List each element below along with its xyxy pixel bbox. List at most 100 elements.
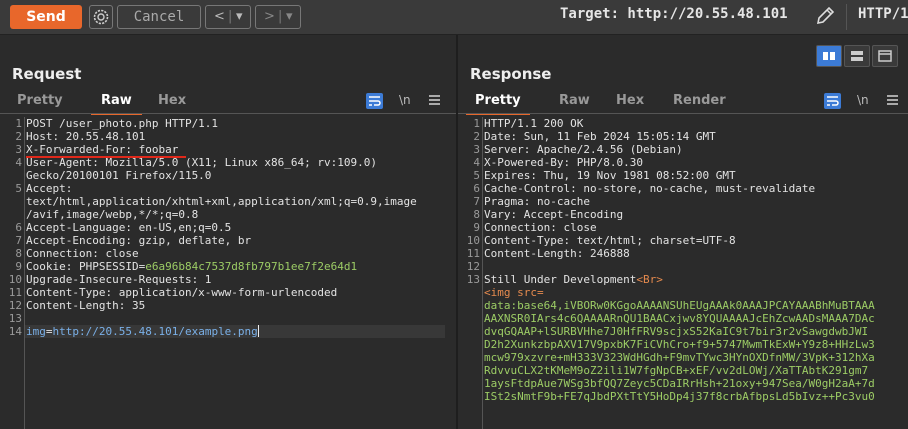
code-line: Connection: close bbox=[26, 247, 139, 260]
rows-icon bbox=[851, 51, 863, 61]
tab-raw[interactable]: Raw bbox=[91, 91, 142, 115]
cancel-button[interactable]: Cancel bbox=[117, 5, 201, 29]
param-equals: = bbox=[45, 325, 53, 338]
base64-line: 1aysFtdpAue7WSg3bfQQ7Zeyc5CDaIRrHsh+21ox… bbox=[484, 377, 875, 390]
line-number: 8 bbox=[473, 208, 480, 221]
code-line: Vary: Accept-Encoding bbox=[484, 208, 624, 221]
forward-dropdown-icon[interactable]: ▾ bbox=[286, 6, 293, 28]
tab-raw[interactable]: Raw bbox=[559, 91, 590, 113]
code-line: Upgrade-Insecure-Requests: 1 bbox=[26, 273, 212, 286]
code-line: Gecko/20100101 Firefox/115.0 bbox=[26, 169, 212, 182]
code-line: POST /user_photo.php HTTP/1.1 bbox=[26, 117, 219, 130]
code-line: Accept-Encoding: gzip, deflate, br bbox=[26, 234, 252, 247]
base64-line: D2h2XunkzbpAXV17V9pxbK7FiCVhCro+f9+5747M… bbox=[484, 338, 875, 351]
tab-pretty[interactable]: Pretty bbox=[466, 91, 530, 115]
window-icon bbox=[878, 50, 892, 62]
tab-pretty[interactable]: Pretty bbox=[17, 91, 63, 113]
code-line: Content-Type: application/x-www-form-url… bbox=[26, 286, 338, 299]
line-number: 4 bbox=[473, 156, 480, 169]
code-line: X-Powered-By: PHP/8.0.30 bbox=[484, 156, 643, 169]
line-number: 9 bbox=[15, 260, 22, 273]
code-line: X-Forwarded-For: foobar bbox=[26, 143, 179, 156]
wrap-icon[interactable] bbox=[366, 93, 383, 109]
request-pane: Request Pretty Raw Hex \n 1 POST /user_p… bbox=[0, 35, 456, 429]
newline-toggle[interactable]: \n bbox=[857, 93, 869, 107]
code-line: Content-Length: 246888 bbox=[484, 247, 630, 260]
base64-line: RdvvuCLX2tKMeM9oZ2ili1W7fgNpCB+xEF/vv2dL… bbox=[484, 364, 869, 377]
request-title: Request bbox=[12, 65, 82, 83]
layout-side-by-side-button[interactable] bbox=[816, 45, 842, 67]
tab-hex[interactable]: Hex bbox=[616, 91, 644, 113]
send-button[interactable]: Send bbox=[10, 5, 82, 29]
settings-button[interactable] bbox=[89, 5, 113, 29]
forward-arrow-icon: > bbox=[264, 9, 275, 24]
code-line: Accept: bbox=[26, 182, 73, 195]
code-line: text/html,application/xhtml+xml,applicat… bbox=[26, 195, 417, 208]
text-cursor bbox=[257, 325, 259, 337]
tab-underline bbox=[458, 113, 908, 114]
code-line: Accept-Language: en-US,en;q=0.5 bbox=[26, 221, 232, 234]
line-number: 8 bbox=[15, 247, 22, 260]
line-number: 11 bbox=[466, 247, 480, 260]
line-number: 7 bbox=[473, 195, 480, 208]
line-number: 5 bbox=[473, 169, 480, 182]
tab-underline bbox=[0, 113, 456, 114]
forward-button[interactable]: > | ▾ bbox=[255, 5, 301, 29]
protocol-label[interactable]: HTTP/1 bbox=[858, 6, 908, 22]
line-number: 6 bbox=[473, 182, 480, 195]
base64-line: ISt2sNmtF9b+FE7qJbdPXtTtY5HoDp4j37f8crbA… bbox=[484, 390, 875, 403]
response-pane: Response Pretty Raw Hex Render \n 1 HTTP… bbox=[458, 35, 908, 429]
line-number: 2 bbox=[15, 130, 22, 143]
code-line: Host: 20.55.48.101 bbox=[26, 130, 146, 143]
param-key: img bbox=[26, 325, 46, 338]
layout-tabs-button[interactable] bbox=[872, 45, 898, 67]
gear-icon bbox=[93, 9, 109, 25]
code-line: Content-Length: 35 bbox=[26, 299, 146, 312]
menu-icon[interactable] bbox=[429, 95, 440, 105]
base64-line: data:base64,iVBORw0KGgoAAAANSUhEUgAAAk0A… bbox=[484, 299, 875, 312]
code-line: Expires: Thu, 19 Nov 1981 08:52:00 GMT bbox=[484, 169, 736, 182]
code-line: Date: Sun, 11 Feb 2024 15:05:14 GMT bbox=[484, 130, 716, 143]
tab-hex[interactable]: Hex bbox=[158, 91, 186, 113]
wrap-icon[interactable] bbox=[824, 93, 841, 109]
code-line: Cache-Control: no-store, no-cache, must-… bbox=[484, 182, 816, 195]
target-label: Target: http://20.55.48.101 bbox=[560, 6, 788, 22]
base64-line: AAXNSR0IArs4c6QAAAARnQU1BAACxjwv8YQUAAAA… bbox=[484, 312, 875, 325]
pencil-icon[interactable] bbox=[814, 5, 836, 27]
line-number: 2 bbox=[473, 130, 480, 143]
back-button[interactable]: < | ▾ bbox=[205, 5, 251, 29]
cookie-key: Cookie: PHPSESSID= bbox=[26, 260, 146, 273]
line-number: 3 bbox=[15, 143, 22, 156]
cookie-value: e6a96b84c7537d8fb797b1ee7f2e64d1 bbox=[145, 260, 358, 273]
code-line: Server: Apache/2.4.56 (Debian) bbox=[484, 143, 683, 156]
line-number: 7 bbox=[15, 234, 22, 247]
newline-toggle[interactable]: \n bbox=[399, 93, 411, 107]
body-text-line: Still Under Development<Br> bbox=[484, 273, 663, 286]
back-dropdown-icon[interactable]: ▾ bbox=[236, 6, 243, 28]
body-param-line[interactable]: img=http://20.55.48.101/example.png bbox=[26, 325, 259, 338]
line-number: 10 bbox=[8, 273, 22, 286]
line-number: 9 bbox=[473, 221, 480, 234]
cookie-line: Cookie: PHPSESSID=e6a96b84c7537d8fb797b1… bbox=[26, 260, 357, 273]
code-line: Pragma: no-cache bbox=[484, 195, 590, 208]
code-line: /avif,image/webp,*/*;q=0.8 bbox=[26, 208, 199, 221]
line-number: 4 bbox=[15, 156, 22, 169]
layout-stacked-button[interactable] bbox=[844, 45, 870, 67]
base64-line: mcw979xzvre+mH333V323WdHGdh+F9mvTYwc3HYn… bbox=[484, 351, 875, 364]
code-line: Connection: close bbox=[484, 221, 597, 234]
columns-icon bbox=[823, 52, 835, 60]
code-line: User-Agent: Mozilla/5.0 (X11; Linux x86_… bbox=[26, 156, 377, 169]
line-number: 11 bbox=[8, 286, 22, 299]
tab-render[interactable]: Render bbox=[673, 91, 726, 113]
line-number: 6 bbox=[15, 221, 22, 234]
toolbar: Send Cancel < | ▾ > | ▾ Target: http://2… bbox=[0, 0, 908, 35]
toolbar-divider bbox=[846, 4, 847, 30]
code-line: Content-Type: text/html; charset=UTF-8 bbox=[484, 234, 736, 247]
gutter-line bbox=[482, 117, 483, 429]
gutter-line bbox=[24, 117, 25, 429]
menu-icon[interactable] bbox=[887, 95, 898, 105]
line-number: 14 bbox=[8, 325, 22, 338]
param-value: http://20.55.48.101/example.png bbox=[52, 325, 258, 338]
line-number: 13 bbox=[466, 273, 480, 286]
response-title: Response bbox=[470, 65, 552, 83]
